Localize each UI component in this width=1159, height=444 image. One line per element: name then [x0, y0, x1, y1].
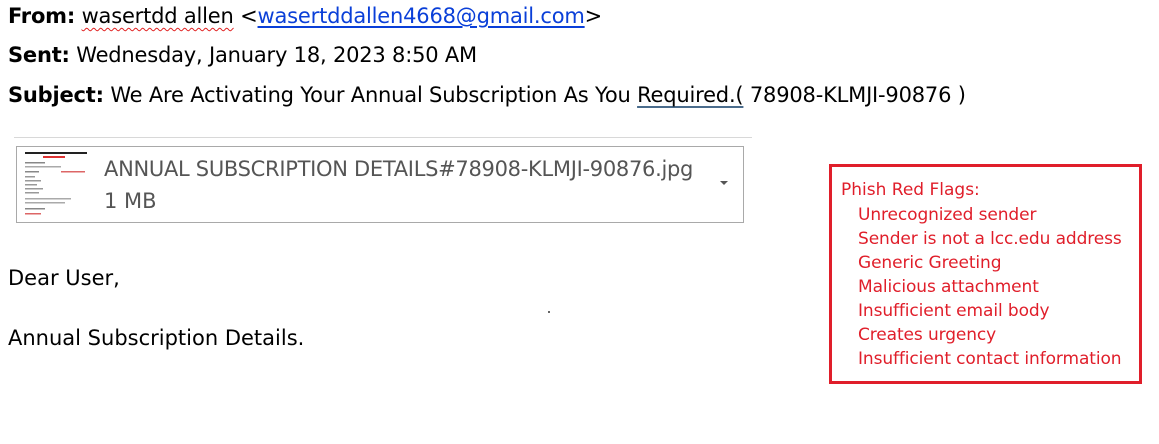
subject-underlined-text: Required.(: [637, 83, 744, 107]
attachment-size: 1 MB: [104, 189, 157, 213]
sender-name: wasertdd allen: [81, 4, 234, 28]
subject-label: Subject:: [8, 83, 104, 107]
attachment-card[interactable]: ANNUAL SUBSCRIPTION DETAILS#78908-KLMJI-…: [16, 146, 744, 223]
sent-date: Wednesday, January 18, 2023 8:50 AM: [76, 43, 477, 67]
chevron-down-icon[interactable]: [717, 175, 731, 189]
red-flag-item: Insufficient contact information: [858, 349, 1122, 369]
body-text: Annual Subscription Details.: [8, 326, 305, 350]
red-flags-list: Unrecognized sender Sender is not a lcc.…: [858, 203, 1122, 371]
red-flag-item: Sender is not a lcc.edu address: [858, 229, 1122, 249]
red-flags-title: Phish Red Flags:: [841, 180, 980, 200]
sent-label: Sent:: [8, 43, 70, 67]
sent-line: Sent: Wednesday, January 18, 2023 8:50 A…: [8, 42, 477, 68]
red-flag-item: Generic Greeting: [858, 253, 1002, 273]
red-flag-item: Malicious attachment: [858, 277, 1039, 297]
stray-dot: [548, 311, 550, 313]
subject-reference: 78908-KLMJI-90876 ): [743, 83, 966, 107]
subject-text: We Are Activating Your Annual Subscripti…: [110, 83, 638, 107]
email-open-bracket: <: [240, 4, 258, 28]
phish-red-flags-box: Phish Red Flags: Unrecognized sender Sen…: [829, 164, 1142, 384]
from-label: From:: [8, 4, 76, 28]
attachment-thumbnail: [21, 150, 91, 220]
sender-email-link[interactable]: wasertddallen4668@gmail.com: [258, 4, 585, 28]
red-flag-item: Creates urgency: [858, 325, 997, 345]
red-flag-item: Unrecognized sender: [858, 205, 1037, 225]
attachment-filename: ANNUAL SUBSCRIPTION DETAILS#78908-KLMJI-…: [104, 157, 694, 181]
greeting: Dear User,: [8, 266, 120, 290]
subject-line: Subject: We Are Activating Your Annual S…: [8, 82, 966, 108]
red-flag-item: Insufficient email body: [858, 301, 1050, 321]
header-divider: [14, 137, 752, 138]
email-close-bracket: >: [584, 4, 603, 28]
from-line: From: wasertdd allen <wasertddallen4668@…: [8, 3, 602, 29]
